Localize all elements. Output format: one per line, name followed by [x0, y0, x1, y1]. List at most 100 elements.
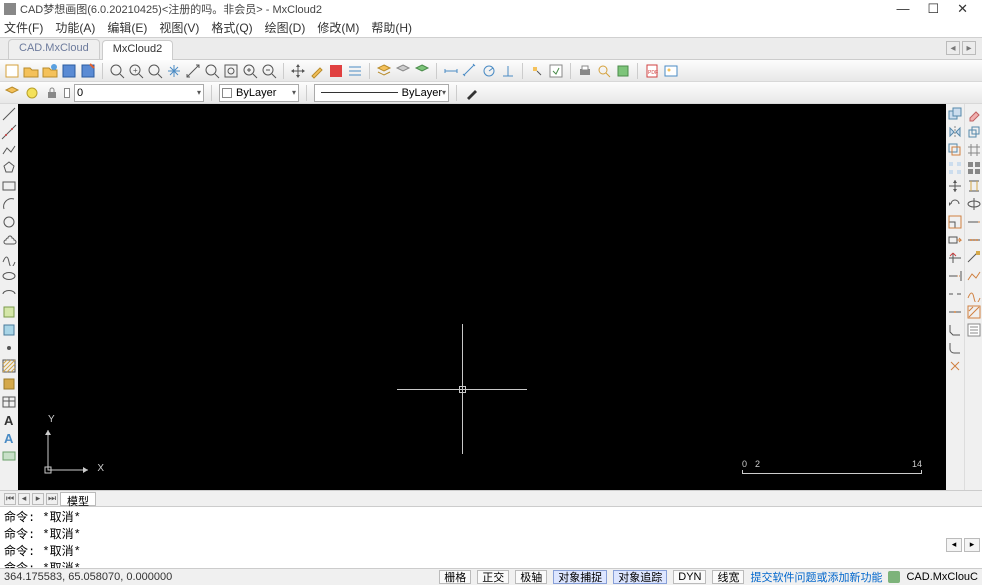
move2-icon[interactable] [947, 178, 963, 194]
dim3-icon[interactable] [481, 63, 497, 79]
pan-icon[interactable] [166, 63, 182, 79]
copy-icon[interactable] [947, 106, 963, 122]
break-icon[interactable] [947, 286, 963, 302]
status-otrack[interactable]: 对象追踪 [613, 570, 667, 584]
erase-icon[interactable] [966, 106, 982, 122]
table-icon[interactable] [1, 394, 17, 410]
chamfer-icon[interactable] [947, 322, 963, 338]
dim2-icon[interactable] [462, 63, 478, 79]
splinedit-icon[interactable] [966, 286, 982, 302]
insert-icon[interactable] [1, 304, 17, 320]
layer-combo-icon[interactable] [4, 85, 20, 101]
minimize-button[interactable]: — [896, 1, 909, 17]
layer-dropdown[interactable]: 0 ▾ [74, 84, 204, 102]
status-dyn[interactable]: DYN [673, 570, 706, 584]
open2-icon[interactable] [42, 63, 58, 79]
measure-icon[interactable] [966, 250, 982, 266]
menu-modify[interactable]: 修改(M) [317, 19, 359, 36]
layout-first-icon[interactable]: ⏮ [4, 493, 16, 505]
array-icon[interactable] [947, 160, 963, 176]
menu-help[interactable]: 帮助(H) [371, 19, 412, 36]
menu-format[interactable]: 格式(Q) [211, 19, 252, 36]
offset-icon[interactable] [947, 142, 963, 158]
zoom-prev-icon[interactable] [147, 63, 163, 79]
status-grid[interactable]: 栅格 [439, 570, 471, 584]
pedit-icon[interactable] [966, 268, 982, 284]
color-dropdown[interactable]: ByLayer ▾ [219, 84, 299, 102]
mirror-icon[interactable] [947, 124, 963, 140]
scale-icon[interactable] [947, 214, 963, 230]
menu-file[interactable]: 文件(F) [4, 19, 43, 36]
circle-icon[interactable] [1, 214, 17, 230]
explode-icon[interactable] [947, 358, 963, 374]
menu-draw[interactable]: 绘图(D) [265, 19, 306, 36]
doc-tab-1[interactable]: CAD.MxCloud [8, 39, 100, 59]
dim-icon[interactable] [443, 63, 459, 79]
tab-prev-icon[interactable]: ◂ [946, 41, 960, 55]
divide-icon[interactable] [966, 232, 982, 248]
grid-icon[interactable] [966, 142, 982, 158]
move-icon[interactable] [290, 63, 306, 79]
status-ortho[interactable]: 正交 [477, 570, 509, 584]
layout-next-icon[interactable]: ▸ [32, 493, 44, 505]
zoom-win-icon[interactable]: + [128, 63, 144, 79]
revcloud-icon[interactable] [1, 232, 17, 248]
zoom-in-icon[interactable] [242, 63, 258, 79]
region-icon[interactable] [1, 376, 17, 392]
cmd-scroll-right-icon[interactable]: ▸ [964, 538, 980, 552]
align-icon[interactable] [966, 178, 982, 194]
arc-icon[interactable] [1, 196, 17, 212]
line-icon[interactable] [1, 106, 17, 122]
hatchedit-icon[interactable] [966, 304, 982, 320]
layer-icon[interactable] [376, 63, 392, 79]
brush2-icon[interactable] [464, 85, 480, 101]
maximize-button[interactable]: ☐ [927, 1, 939, 17]
extend-icon[interactable] [947, 268, 963, 284]
layout-prev-icon[interactable]: ◂ [18, 493, 30, 505]
dim4-icon[interactable] [500, 63, 516, 79]
saveas-icon[interactable] [80, 63, 96, 79]
layer-lock-icon[interactable] [44, 85, 60, 101]
print-icon[interactable] [577, 63, 593, 79]
point-icon[interactable] [1, 340, 17, 356]
find-icon[interactable] [596, 63, 612, 79]
cmd-scroll-left-icon[interactable]: ◂ [946, 538, 962, 552]
text-icon[interactable]: A [1, 412, 17, 428]
polygon-icon[interactable] [1, 160, 17, 176]
ellipse-arc-icon[interactable] [1, 286, 17, 302]
rotate-icon[interactable] [947, 196, 963, 212]
join-icon[interactable] [947, 304, 963, 320]
brush-icon[interactable] [309, 63, 325, 79]
layer-state-icon[interactable] [24, 85, 40, 101]
group-grid-icon[interactable] [966, 160, 982, 176]
makeblock-icon[interactable] [1, 322, 17, 338]
runscript-icon[interactable] [548, 63, 564, 79]
doc-tab-2[interactable]: MxCloud2 [102, 40, 174, 60]
new-icon[interactable] [4, 63, 20, 79]
dist-icon[interactable] [185, 63, 201, 79]
zoom-all-icon[interactable] [223, 63, 239, 79]
open-icon[interactable] [23, 63, 39, 79]
attach-icon[interactable] [1, 448, 17, 464]
stretch-icon[interactable] [947, 232, 963, 248]
pline-icon[interactable] [1, 142, 17, 158]
3drotate-icon[interactable] [966, 196, 982, 212]
spline-icon[interactable] [1, 250, 17, 266]
save-icon[interactable] [61, 63, 77, 79]
linetype-dropdown[interactable]: ByLayer ▾ [314, 84, 449, 102]
props-icon[interactable] [966, 322, 982, 338]
status-polar[interactable]: 极轴 [515, 570, 547, 584]
feedback-link[interactable]: 提交软件问题或添加新功能 [750, 569, 882, 585]
menu-view[interactable]: 视图(V) [159, 19, 199, 36]
menu-edit[interactable]: 编辑(E) [107, 19, 147, 36]
lines-icon[interactable] [347, 63, 363, 79]
layer-off-icon[interactable] [395, 63, 411, 79]
match-icon[interactable] [529, 63, 545, 79]
zoom-ext-icon[interactable] [109, 63, 125, 79]
img-icon[interactable] [663, 63, 679, 79]
rectangle-icon[interactable] [1, 178, 17, 194]
zoom-out-icon[interactable] [261, 63, 277, 79]
pdf-icon[interactable]: PDF [644, 63, 660, 79]
fillet-icon[interactable] [947, 340, 963, 356]
zoom-real-icon[interactable] [204, 63, 220, 79]
